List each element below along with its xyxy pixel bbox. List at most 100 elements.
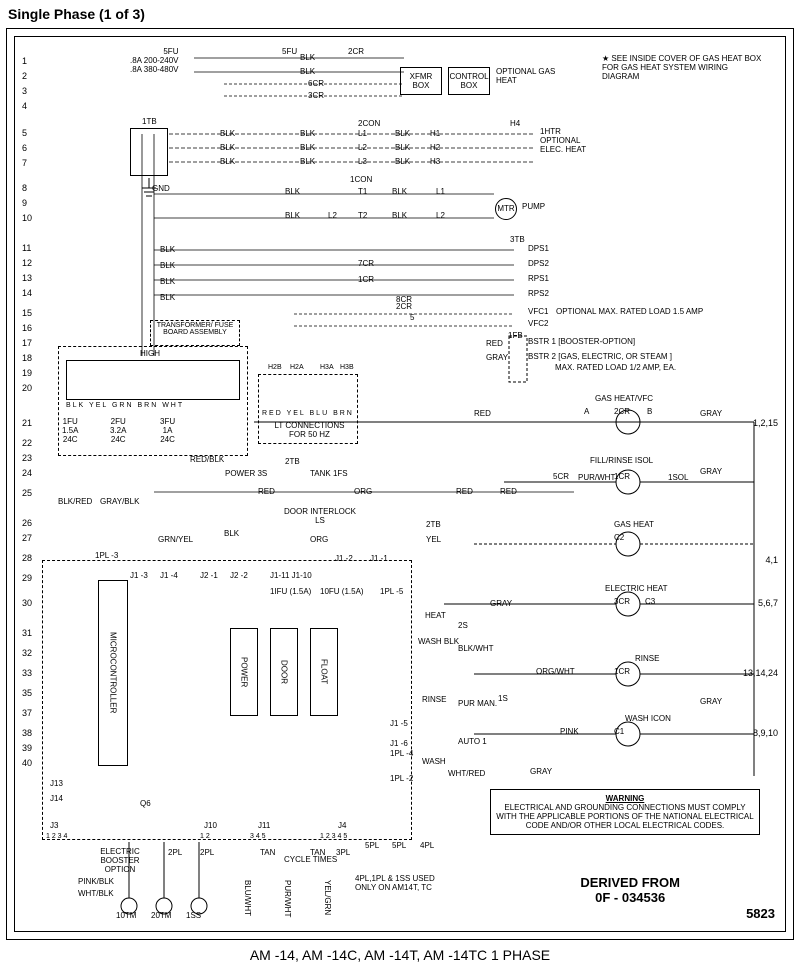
row-24: 24: [22, 468, 32, 478]
power-block: POWER: [230, 628, 258, 716]
derived-from: DERIVED FROM 0F - 034536: [580, 875, 680, 905]
q6: Q6: [140, 800, 151, 809]
wash-blk: WASH BLK: [418, 638, 459, 647]
c1-term: C1: [614, 728, 624, 737]
tank-ifs: TANK 1FS: [310, 470, 348, 479]
pur-wht-v: PUR/WHT: [282, 880, 291, 920]
fu-2: 2FU3.2A24C: [110, 418, 126, 444]
pump-label: PUMP: [522, 203, 545, 212]
row-14: 14: [22, 288, 32, 298]
high-tap: HIGH: [140, 350, 160, 359]
jj-list: J1-11 J1-10: [270, 572, 312, 581]
row-30: 30: [22, 598, 32, 608]
lt-conn-label: LT CONNECTIONS FOR 50 HZ: [267, 422, 352, 440]
row-9: 9: [22, 198, 27, 208]
door-interlock: DOOR INTERLOCK LS: [280, 508, 360, 526]
blk-h1: BLK: [395, 130, 410, 139]
lt-colors: RED YEL BLU BRN: [262, 410, 354, 418]
j2-2: J2 -2: [230, 572, 248, 581]
row-32: 32: [22, 648, 32, 658]
row-37: 37: [22, 708, 32, 718]
blk-h3: BLK: [395, 158, 410, 167]
gnd-label: GND: [152, 185, 170, 194]
20tm: 20TM: [151, 912, 171, 921]
control-box: CONTROL BOX: [448, 67, 490, 95]
row-27: 27: [22, 533, 32, 543]
electric-heat: ELECTRIC HEAT: [605, 585, 668, 594]
row-3: 3: [22, 86, 27, 96]
row-25: 25: [22, 488, 32, 498]
ipl-2: 1PL -2: [390, 775, 413, 784]
j1-5: J1 -5: [390, 720, 408, 729]
rowref-38: 8,9,10: [753, 728, 778, 738]
blk-5b: BLK: [300, 130, 315, 139]
1s-term: 1S: [498, 695, 508, 704]
3cr-top: 3CR: [308, 92, 324, 101]
row-7: 7: [22, 158, 27, 168]
relay-3cr: 3CR: [614, 598, 630, 607]
j1-1: J1 -1: [370, 555, 388, 564]
bstr1: BSTR 1 [BOOSTER-OPTION]: [528, 338, 635, 347]
row-38: 38: [22, 728, 32, 738]
pink-blk: PINK/BLK: [78, 878, 114, 887]
gray-24r: GRAY: [700, 468, 722, 477]
fill-rinse: FILL/RINSE ISOL: [590, 457, 653, 466]
h3: H3: [430, 158, 440, 167]
red-21-a: RED: [474, 410, 491, 419]
red-18: RED: [486, 340, 503, 349]
power-3s: POWER 3S: [225, 470, 267, 479]
row-26: 26: [22, 518, 32, 528]
fuse-spec: 5FU .8A 200-240V .8A 380-480V: [130, 48, 178, 74]
electric-booster: ELECTRIC BOOSTER OPTION: [90, 848, 150, 874]
c3-term: C3: [645, 598, 655, 607]
blk-6: BLK: [220, 144, 235, 153]
dps1: DPS1: [528, 245, 549, 254]
j4-pins: 1 2 3 4 5: [320, 833, 347, 841]
row-33: 33: [22, 668, 32, 678]
blk-red-25: BLK/RED: [58, 498, 92, 507]
relay-2cr: 2CR: [614, 408, 630, 417]
pink-38: PINK: [560, 728, 579, 737]
h3b: H3B: [340, 364, 354, 372]
bstr2-note: MAX. RATED LOAD 1/2 AMP, EA.: [555, 364, 676, 373]
row-6: 6: [22, 143, 27, 153]
gray-40: GRAY: [530, 768, 552, 777]
2s-term: 2S: [458, 622, 468, 631]
top-right-note: ★ SEE INSIDE COVER OF GAS HEAT BOX FOR G…: [602, 55, 762, 81]
fu-3: 3FU1A24C: [160, 418, 175, 444]
relay-1cr-33: 1CR: [614, 668, 630, 677]
rowref-21: 1,2,15: [753, 418, 778, 428]
blk-top-1: BLK: [300, 54, 315, 63]
row-13: 13: [22, 273, 32, 283]
tan-2: TAN: [310, 849, 325, 858]
pl-5: 5PL: [365, 842, 379, 851]
org-wht-33: ORG/WHT: [536, 668, 575, 677]
j10: J10: [204, 822, 217, 831]
iss: 1SS: [186, 912, 201, 921]
blk-10a: BLK: [285, 212, 300, 221]
blk-9a: BLK: [285, 188, 300, 197]
row-35: 35: [22, 688, 32, 698]
2cr-top: 2CR: [348, 48, 364, 57]
j11-pins: 3 4 5: [250, 833, 266, 841]
6cr-top: 6CR: [308, 80, 324, 89]
iifu: 1IFU (1.5A): [270, 588, 311, 597]
row-18: 18: [22, 353, 32, 363]
blk-10c: BLK: [392, 212, 407, 221]
tan-1: TAN: [260, 849, 275, 858]
row-12: 12: [22, 258, 32, 268]
j11: J11: [258, 822, 270, 831]
relay-1cr-25: 1CR: [614, 473, 630, 482]
row-11: 11: [22, 243, 31, 253]
float-block: FLOAT: [310, 628, 338, 716]
row-20: 20: [22, 383, 32, 393]
blk-13: BLK: [160, 278, 175, 287]
blk-6b: BLK: [300, 144, 315, 153]
row-15: 15: [22, 308, 32, 318]
door-block: DOOR: [270, 628, 298, 716]
row-39: 39: [22, 743, 32, 753]
h1: H1: [430, 130, 440, 139]
red-blk-23: RED/BLK: [190, 456, 224, 465]
wht-red: WHT/RED: [448, 770, 485, 779]
xfmr-block: [66, 360, 240, 400]
